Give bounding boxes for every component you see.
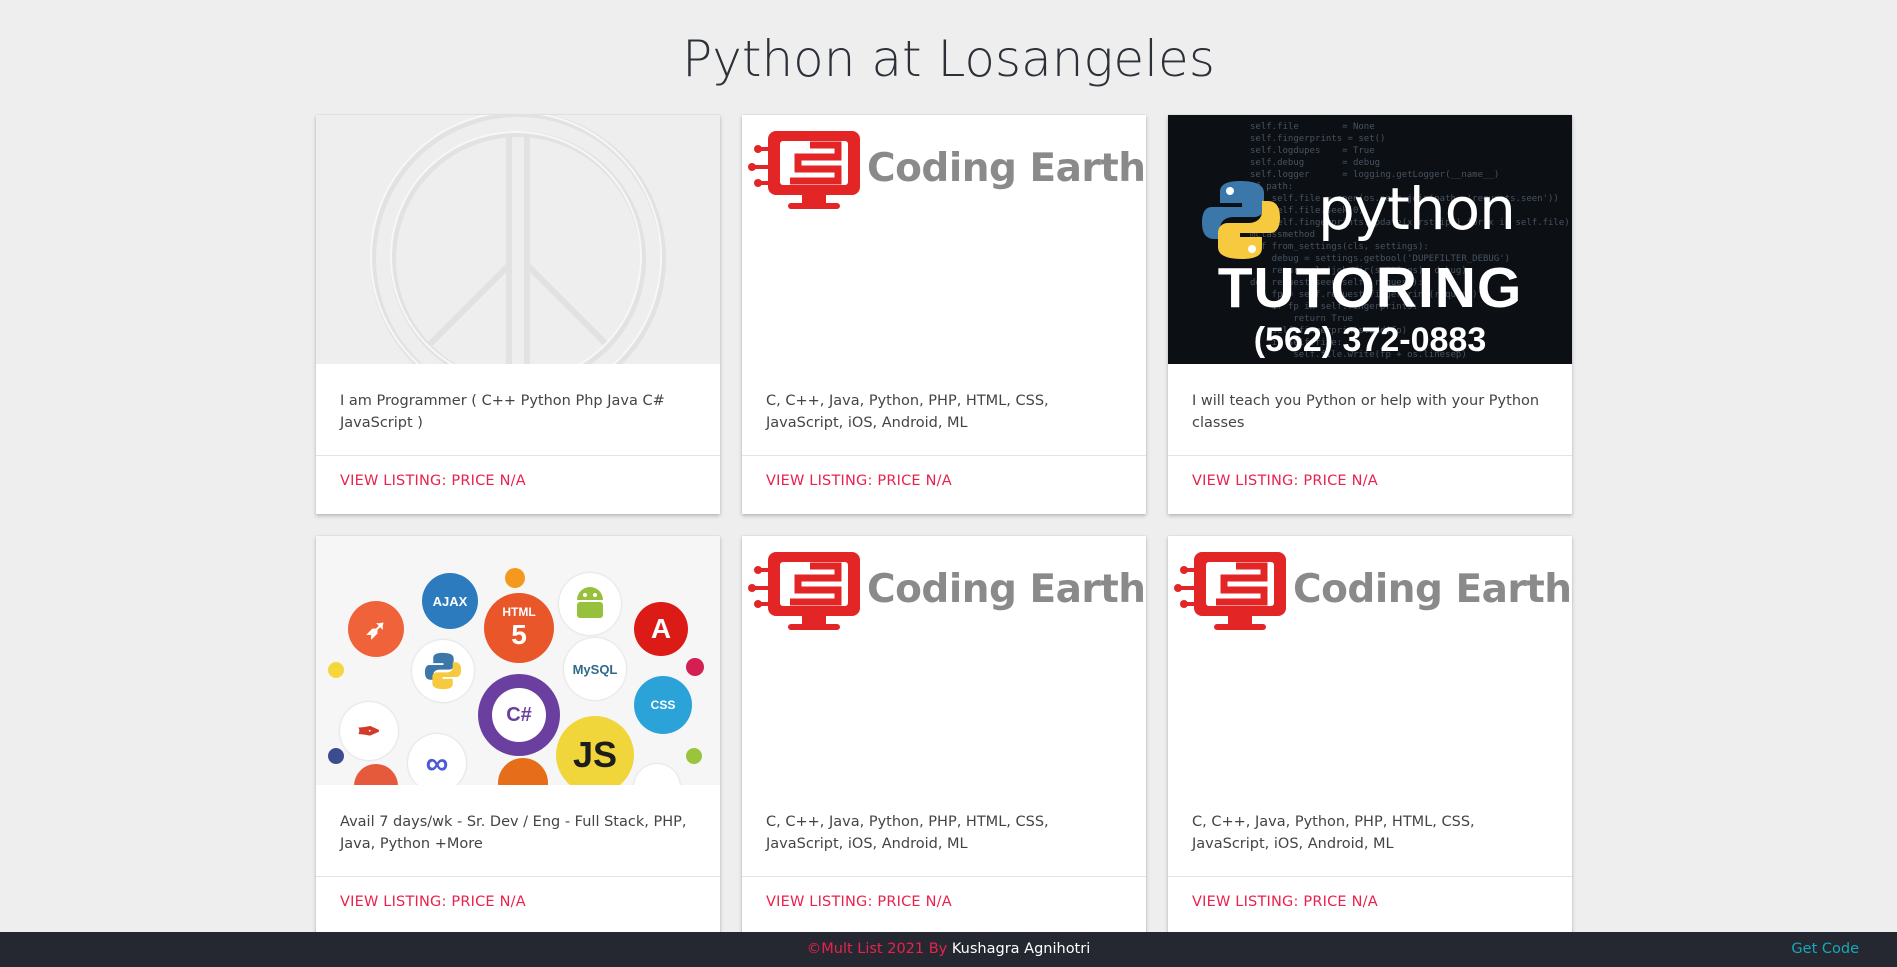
ajax-icon: AJAX (422, 573, 478, 629)
listing-description: C, C++, Java, Python, PHP, HTML, CSS, Ja… (742, 364, 1146, 456)
listing-image-python-tutoring[interactable]: self.file = None self.fingerprints = set… (1168, 115, 1572, 364)
view-listing-link[interactable]: VIEW LISTING: PRICE N/A (1168, 877, 1572, 935)
java-icon (498, 758, 548, 785)
view-listing-link[interactable]: VIEW LISTING: PRICE N/A (1168, 456, 1572, 514)
coding-earth-wordmark: Coding Earth (867, 567, 1146, 612)
listing-card: self.file = None self.fingerprints = set… (1168, 115, 1572, 514)
android-icon (559, 573, 621, 635)
html5-icon: HTML 5 (484, 593, 554, 663)
listing-description: I will teach you Python or help with you… (1168, 364, 1572, 456)
view-listing-link[interactable]: VIEW LISTING: PRICE N/A (742, 456, 1146, 514)
listing-card: Coding Earth C, C++, Java, Python, PHP, … (742, 536, 1146, 935)
listing-description: C, C++, Java, Python, PHP, HTML, CSS, Ja… (1168, 785, 1572, 877)
listing-image-coding-earth[interactable]: Coding Earth (742, 536, 1146, 785)
coding-earth-wordmark: Coding Earth (1293, 567, 1572, 612)
listing-description: I am Programmer ( C++ Python Php Java C#… (316, 364, 720, 456)
csharp-icon: C# (478, 674, 560, 756)
swift-icon: ➶ (348, 601, 404, 657)
tech-icon (634, 764, 680, 785)
footer-author: Kushagra Agnihotri (951, 941, 1091, 957)
footer-copyright: ©Mult List 2021 By (806, 941, 952, 957)
javascript-icon: JS (556, 716, 634, 785)
listing-card: ➶ AJAX HTML 5 A MySQL ✒ C# CSS ∞ JS Avai… (316, 536, 720, 935)
dot-icon (686, 748, 702, 764)
tech-icon (354, 764, 398, 785)
listing-image-coding-earth[interactable]: Coding Earth (742, 115, 1146, 364)
peace-sign-icon (370, 115, 666, 364)
quill-icon: ✒ (340, 702, 398, 760)
banner-title: python (1318, 175, 1516, 243)
python-icon (412, 640, 474, 702)
python-logo-icon (1202, 181, 1280, 259)
infinity-icon: ∞ (408, 734, 466, 785)
footer-credit: ©Mult List 2021 By Kushagra Agnihotri (0, 932, 1897, 967)
dot-icon (686, 658, 704, 676)
angular-icon: A (634, 602, 688, 656)
listing-card: I am Programmer ( C++ Python Php Java C#… (316, 115, 720, 514)
page-title: Python at Losangeles (682, 30, 1215, 88)
dot-icon (328, 662, 344, 678)
listing-image-coding-earth[interactable]: Coding Earth (1168, 536, 1572, 785)
css3-icon: CSS (634, 676, 692, 734)
view-listing-link[interactable]: VIEW LISTING: PRICE N/A (316, 456, 720, 514)
listing-image-peace[interactable] (316, 115, 720, 364)
footer: ©Mult List 2021 By Kushagra Agnihotri Ge… (0, 932, 1897, 967)
banner-subtitle: TUTORING (1217, 256, 1523, 320)
listing-card: Coding Earth C, C++, Java, Python, PHP, … (1168, 536, 1572, 935)
view-listing-link[interactable]: VIEW LISTING: PRICE N/A (316, 877, 720, 935)
view-listing-link[interactable]: VIEW LISTING: PRICE N/A (742, 877, 1146, 935)
listing-description: C, C++, Java, Python, PHP, HTML, CSS, Ja… (742, 785, 1146, 877)
coding-earth-wordmark: Coding Earth (867, 146, 1146, 191)
dot-icon (505, 568, 525, 588)
listing-description: Avail 7 days/wk - Sr. Dev / Eng - Full S… (316, 785, 720, 877)
listing-card: Coding Earth C, C++, Java, Python, PHP, … (742, 115, 1146, 514)
dot-icon (328, 748, 344, 764)
listings-grid: I am Programmer ( C++ Python Php Java C#… (316, 115, 1572, 935)
listing-image-tech-collage[interactable]: ➶ AJAX HTML 5 A MySQL ✒ C# CSS ∞ JS (316, 536, 720, 785)
banner-phone: (562) 372-0883 (1253, 321, 1487, 359)
get-code-link[interactable]: Get Code (1791, 932, 1859, 967)
mysql-icon: MySQL (564, 638, 626, 700)
